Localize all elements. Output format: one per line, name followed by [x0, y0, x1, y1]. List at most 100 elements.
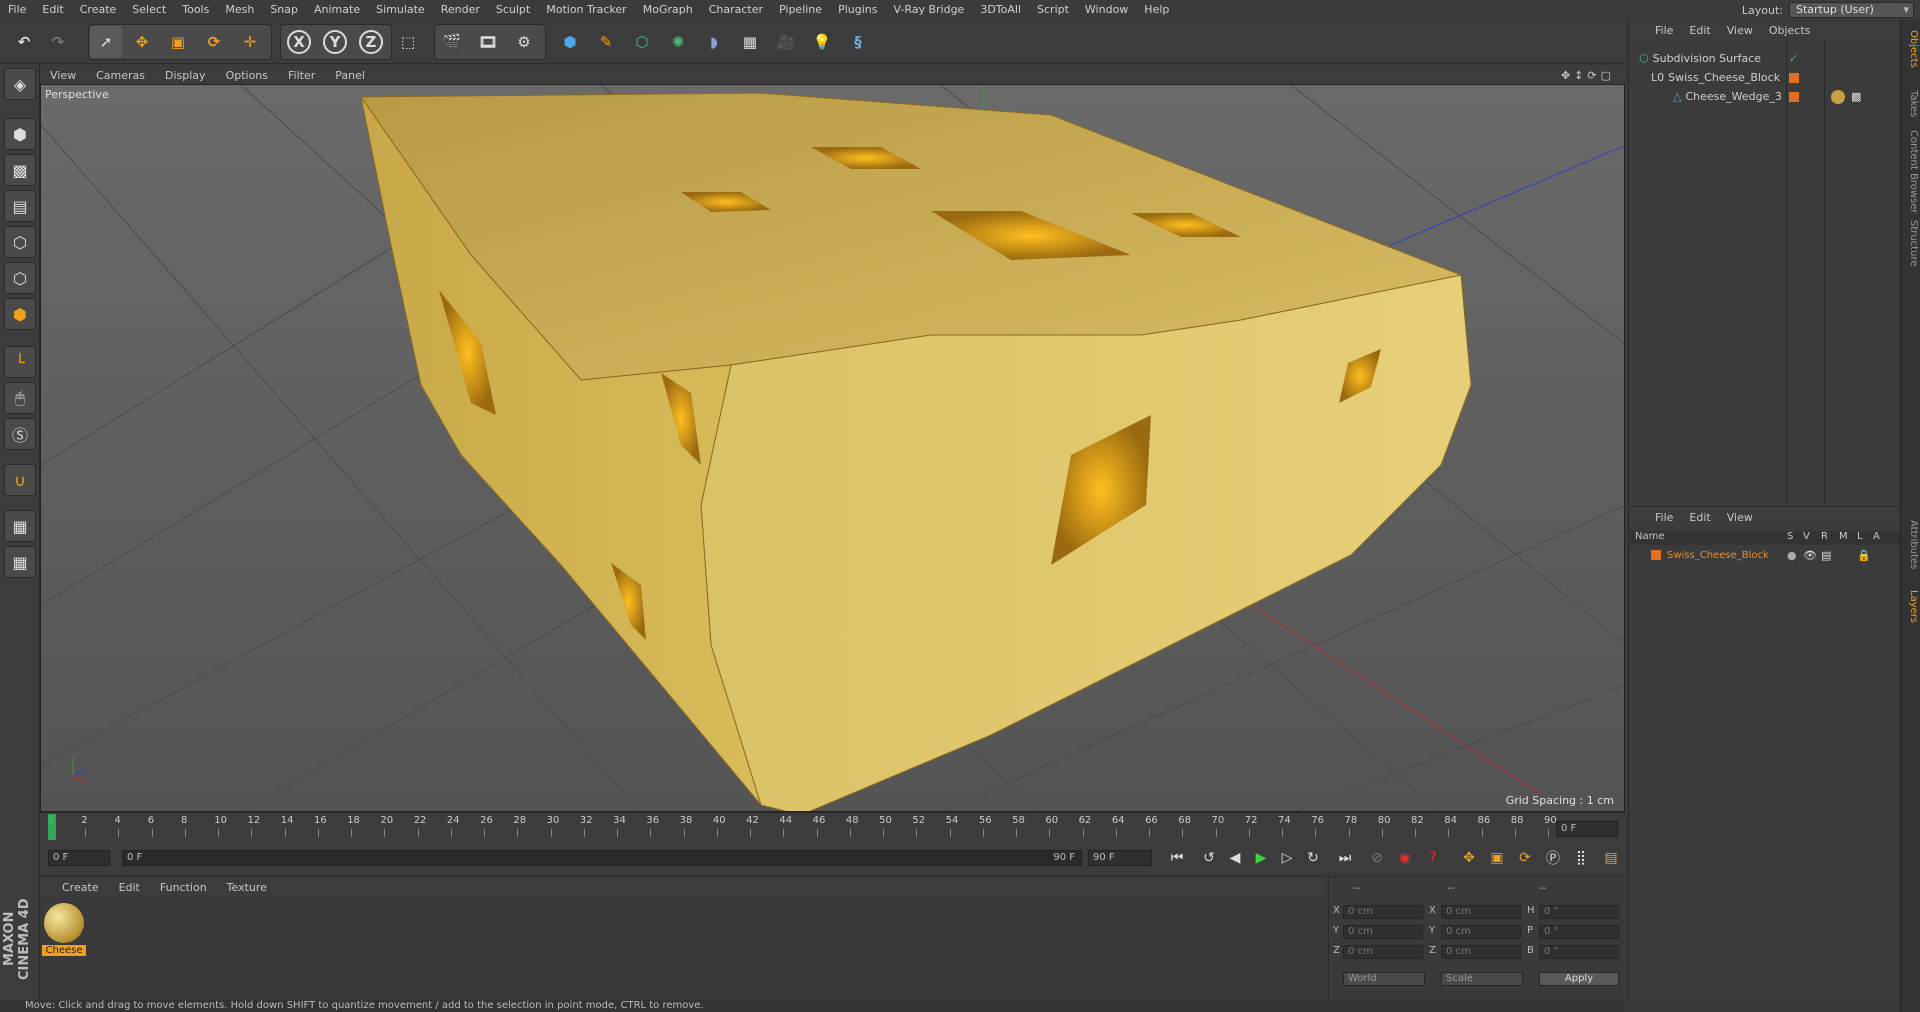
- start-frame-field[interactable]: 0 F: [48, 850, 110, 866]
- coord-mode-dropdown[interactable]: Scale: [1441, 972, 1523, 986]
- axis-y-button[interactable]: Y: [319, 26, 351, 58]
- axis-x-button[interactable]: X: [283, 26, 315, 58]
- deformer-icon[interactable]: ◗: [698, 26, 730, 58]
- light-icon[interactable]: 💡: [806, 26, 838, 58]
- coord-size-z-field[interactable]: 0 cm: [1441, 945, 1521, 959]
- layer-visible-icon[interactable]: 👁: [1803, 549, 1817, 562]
- play-icon[interactable]: ▶: [1250, 847, 1272, 869]
- menu-window[interactable]: Window: [1077, 0, 1136, 20]
- object-menu-objects[interactable]: Objects: [1761, 24, 1819, 37]
- menu-mesh[interactable]: Mesh: [217, 0, 262, 20]
- cube-icon[interactable]: ⬢: [554, 26, 586, 58]
- points-mode-icon[interactable]: ⬡: [4, 226, 36, 258]
- prev-frame-icon[interactable]: ◀: [1224, 847, 1246, 869]
- rotate-tool-icon[interactable]: ⟳: [198, 26, 230, 58]
- menu-render[interactable]: Render: [433, 0, 488, 20]
- tab-takes[interactable]: Takes: [1903, 90, 1919, 117]
- viewport-menu-panel[interactable]: Panel: [325, 69, 375, 82]
- menu-simulate[interactable]: Simulate: [368, 0, 433, 20]
- viewport-menu-options[interactable]: Options: [216, 69, 278, 82]
- end-frame-field[interactable]: 90 F: [1088, 850, 1152, 866]
- menu-vray-bridge[interactable]: V-Ray Bridge: [885, 0, 972, 20]
- coord-rot-p-field[interactable]: 0 °: [1539, 925, 1619, 939]
- menu-sculpt[interactable]: Sculpt: [488, 0, 538, 20]
- menu-3dtoall[interactable]: 3DToAll: [972, 0, 1029, 20]
- frame-range-slider[interactable]: 0 F 90 F: [122, 850, 1082, 866]
- menu-edit[interactable]: Edit: [34, 0, 71, 20]
- python-icon[interactable]: §: [842, 26, 874, 58]
- camera-icon[interactable]: 🎥: [770, 26, 802, 58]
- key-rotation-icon[interactable]: ⟳: [1514, 847, 1536, 869]
- key-position-icon[interactable]: ✥: [1458, 847, 1480, 869]
- coord-pos-y-field[interactable]: 0 cm: [1343, 925, 1423, 939]
- timeline-playhead[interactable]: [48, 814, 56, 840]
- render-settings-icon[interactable]: ⚙: [508, 26, 540, 58]
- object-menu-edit[interactable]: Edit: [1681, 24, 1718, 37]
- menu-script[interactable]: Script: [1029, 0, 1077, 20]
- texture-mode-icon[interactable]: ▩: [4, 154, 36, 186]
- viewport-perspective[interactable]: Perspective Grid Spacing : 1 cm: [40, 84, 1625, 812]
- object-menu-file[interactable]: File: [1647, 24, 1681, 37]
- tweak-mode-icon[interactable]: 🖱: [4, 382, 36, 414]
- viewport-menu-filter[interactable]: Filter: [278, 69, 325, 82]
- axis-mode-icon[interactable]: └: [4, 346, 36, 378]
- make-editable-icon[interactable]: ◈: [4, 68, 36, 100]
- polygons-mode-icon[interactable]: ⬢: [4, 298, 36, 330]
- timeline-window-icon[interactable]: ▤: [1600, 847, 1622, 869]
- object-row[interactable]: △ Cheese_Wedge_3 ▩: [1629, 87, 1901, 106]
- undo-icon[interactable]: ↶: [8, 26, 40, 58]
- visibility-check-icon[interactable]: ✓: [1789, 52, 1798, 65]
- apply-button[interactable]: Apply: [1539, 972, 1619, 986]
- coord-size-y-field[interactable]: 0 cm: [1441, 925, 1521, 939]
- layer-render-icon[interactable]: ▤: [1821, 549, 1831, 562]
- coord-size-x-field[interactable]: 0 cm: [1441, 905, 1521, 919]
- layer-lock-icon[interactable]: 🔒: [1857, 549, 1871, 562]
- prev-key-icon[interactable]: ↺: [1198, 847, 1220, 869]
- select-tool-icon[interactable]: ➚: [90, 26, 122, 58]
- next-key-icon[interactable]: ↻: [1302, 847, 1324, 869]
- menu-snap[interactable]: Snap: [262, 0, 306, 20]
- menu-help[interactable]: Help: [1136, 0, 1177, 20]
- layer-menu-edit[interactable]: Edit: [1681, 511, 1718, 524]
- floor-icon[interactable]: ▦: [734, 26, 766, 58]
- material-menu-texture[interactable]: Texture: [217, 881, 277, 894]
- material-menu-edit[interactable]: Edit: [109, 881, 150, 894]
- layer-color-icon[interactable]: [1789, 72, 1799, 83]
- key-param-icon[interactable]: Ⓟ: [1542, 847, 1564, 869]
- lock-workplane-icon[interactable]: ▦: [4, 510, 36, 542]
- render-picture-viewer-icon[interactable]: 🎞: [472, 26, 504, 58]
- coord-space-dropdown[interactable]: World: [1343, 972, 1425, 986]
- go-to-start-icon[interactable]: ⏮: [1166, 847, 1188, 869]
- key-pla-icon[interactable]: ⣿: [1570, 847, 1592, 869]
- pen-icon[interactable]: ✎: [590, 26, 622, 58]
- keyframe-selection-icon[interactable]: ?: [1422, 847, 1444, 869]
- menu-pipeline[interactable]: Pipeline: [771, 0, 830, 20]
- coordinate-system-icon[interactable]: ⬚: [392, 26, 424, 58]
- layer-menu-file[interactable]: File: [1647, 511, 1681, 524]
- coord-pos-z-field[interactable]: 0 cm: [1343, 945, 1423, 959]
- redo-icon[interactable]: ↷: [42, 26, 74, 58]
- magnet-icon[interactable]: ∪: [4, 464, 36, 496]
- key-scale-icon[interactable]: ▣: [1486, 847, 1508, 869]
- viewport-menu-display[interactable]: Display: [155, 69, 216, 82]
- menu-plugins[interactable]: Plugins: [830, 0, 885, 20]
- menu-file[interactable]: File: [0, 0, 34, 20]
- material-swatch[interactable]: Cheese: [42, 901, 86, 957]
- tab-content-browser[interactable]: Content Browser: [1903, 130, 1919, 213]
- material-menu-function[interactable]: Function: [150, 881, 217, 894]
- object-menu-view[interactable]: View: [1719, 24, 1761, 37]
- move-tool-icon[interactable]: ✥: [126, 26, 158, 58]
- viewport-nav-icons[interactable]: ✥↕⟳▢: [1561, 69, 1615, 82]
- menu-animate[interactable]: Animate: [306, 0, 368, 20]
- subdivision-icon[interactable]: ⬡: [626, 26, 658, 58]
- tab-objects[interactable]: Objects: [1903, 30, 1919, 68]
- menu-mograph[interactable]: MoGraph: [635, 0, 701, 20]
- viewport-menu-view[interactable]: View: [40, 69, 86, 82]
- viewport-menu-cameras[interactable]: Cameras: [86, 69, 155, 82]
- planar-workplane-icon[interactable]: ▦: [4, 546, 36, 578]
- timeline-ruler[interactable]: 0246810121416182022242628303234363840424…: [40, 812, 1625, 842]
- next-frame-icon[interactable]: ▷: [1276, 847, 1298, 869]
- menu-create[interactable]: Create: [72, 0, 125, 20]
- render-view-icon[interactable]: 🎬: [436, 26, 468, 58]
- coord-rot-h-field[interactable]: 0 °: [1539, 905, 1619, 919]
